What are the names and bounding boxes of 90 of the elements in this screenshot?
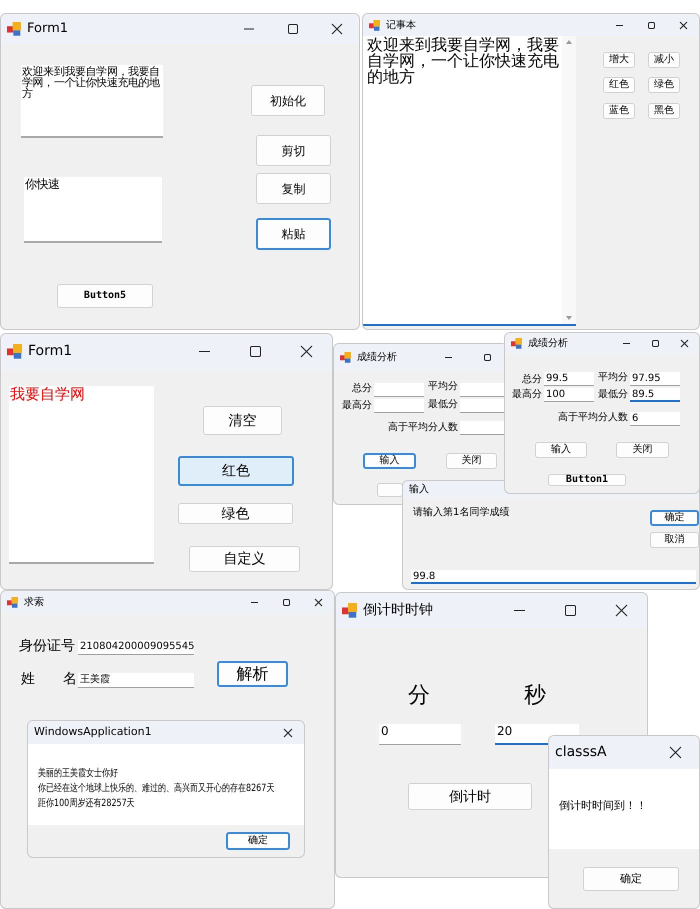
field-label: 名 <box>62 670 77 688</box>
maximize-icon[interactable] <box>483 353 492 362</box>
text-area[interactable]: 欢迎来到我要自学网，我要自学网，一个让你快速充电的地方 <box>363 36 576 326</box>
text-field[interactable]: 99.5 <box>544 372 594 386</box>
text-area[interactable]: 你快速 <box>24 177 162 243</box>
form-button[interactable]: 倒计时 <box>408 783 532 810</box>
form-button[interactable]: 绿色 <box>178 503 293 524</box>
text-area[interactable]: 我要自学网 <box>9 386 154 564</box>
field-label: 姓 <box>20 670 35 688</box>
field-label: 总分 <box>351 382 372 396</box>
form-button[interactable]: Button5 <box>57 284 153 308</box>
maximize-icon[interactable] <box>564 604 577 617</box>
form-button[interactable]: 输入 <box>363 453 416 469</box>
close-icon[interactable] <box>314 598 322 606</box>
form-button[interactable]: 黑色 <box>648 103 680 119</box>
window-title: 输入 <box>409 482 429 497</box>
field-label: 高于平均分人数 <box>557 411 628 425</box>
form-button[interactable]: 红色 <box>178 456 294 486</box>
window-title: Form1 <box>28 342 72 361</box>
close-icon[interactable] <box>300 345 313 358</box>
form-button[interactable]: 初始化 <box>251 85 325 116</box>
form-button[interactable]: 自定义 <box>189 546 300 572</box>
text-area[interactable]: 欢迎来到我要自学网，我要自学网，一个让你快速充电的地方 <box>21 65 163 138</box>
close-icon[interactable] <box>615 604 628 617</box>
message-text: 你已经在这个地球上快乐的、难过的、高兴而又开心的存在8267天 <box>38 783 274 796</box>
text-field[interactable] <box>374 383 424 397</box>
close-icon[interactable] <box>331 23 343 35</box>
field-label: 高于平均分人数 <box>387 421 458 435</box>
maximize-icon[interactable] <box>287 23 299 35</box>
form-button[interactable]: 关闭 <box>616 442 669 458</box>
maximize-icon[interactable] <box>651 338 660 348</box>
form-button[interactable]: 绿色 <box>648 77 680 93</box>
field-label: 最高分 <box>341 399 372 413</box>
text-field[interactable] <box>374 399 424 413</box>
form-button[interactable]: 剪切 <box>256 135 331 166</box>
form-button[interactable]: 解析 <box>217 661 288 687</box>
field-label: 身份证号 <box>18 637 75 655</box>
message-text: 倒计时时间到！！ <box>559 799 648 813</box>
form-button[interactable]: 复制 <box>256 173 331 204</box>
form-button[interactable]: 确定 <box>650 510 699 526</box>
maximize-icon[interactable] <box>282 598 290 606</box>
form-button[interactable]: 输入 <box>535 442 587 458</box>
text-field[interactable]: 6 <box>630 412 680 426</box>
window-title: 成绩分析 <box>357 350 397 365</box>
text-field[interactable]: 王美霞 <box>78 673 194 688</box>
form-button[interactable]: 清空 <box>203 406 282 435</box>
field-label: 最低分 <box>427 398 458 412</box>
field-label: 分 <box>407 683 431 709</box>
text-field[interactable]: 99.8 <box>411 570 696 584</box>
text-field[interactable]: 210804200009095545 <box>78 640 194 655</box>
window-title: 倒计时时钟 <box>363 601 433 620</box>
form-button[interactable]: 关闭 <box>446 453 497 469</box>
text-field[interactable] <box>460 399 507 413</box>
form-button[interactable]: 增大 <box>603 52 635 68</box>
close-icon[interactable] <box>668 746 682 759</box>
window-title: Form1 <box>27 20 68 38</box>
form-button[interactable]: 取消 <box>650 532 699 548</box>
field-label: 最低分 <box>597 388 628 402</box>
message-text: 距你100周岁还有28257天 <box>38 798 135 810</box>
text-field[interactable] <box>460 383 507 397</box>
form-button[interactable]: 确定 <box>583 866 679 890</box>
window-title: 求索 <box>24 596 44 610</box>
field-label: 平均分 <box>597 371 628 385</box>
text-field[interactable] <box>460 421 507 435</box>
field-label: 平均分 <box>427 380 458 394</box>
maximize-icon[interactable] <box>646 20 656 30</box>
text-field[interactable]: 97.95 <box>630 372 680 386</box>
close-icon[interactable] <box>680 338 689 348</box>
form-button[interactable]: 减小 <box>648 52 680 68</box>
close-icon[interactable] <box>282 728 292 738</box>
window-title: WindowsApplication1 <box>34 724 152 740</box>
close-icon[interactable] <box>678 20 688 30</box>
field-label: 总分 <box>521 373 542 387</box>
text-field[interactable]: 89.5 <box>630 388 680 402</box>
form-button[interactable]: 红色 <box>603 77 635 93</box>
form-button[interactable]: 确定 <box>226 832 290 850</box>
form-button[interactable]: 蓝色 <box>603 103 635 119</box>
maximize-icon[interactable] <box>249 345 262 358</box>
field-label: 请输入第1名同学成绩 <box>413 506 510 520</box>
field-label: 秒 <box>523 683 547 709</box>
form-button[interactable]: 粘贴 <box>256 218 331 250</box>
window-title: classsA <box>555 743 607 762</box>
window-title: 记事本 <box>386 18 416 32</box>
message-text: 美丽的王美霞女士你好 <box>38 768 118 780</box>
text-field[interactable]: 100 <box>544 388 594 402</box>
window-title: 成绩分析 <box>528 336 568 350</box>
form-button[interactable]: Button1 <box>548 474 626 486</box>
text-field[interactable]: 0 <box>379 724 461 745</box>
scrollbar[interactable] <box>562 36 576 324</box>
field-label: 最高分 <box>511 388 542 402</box>
